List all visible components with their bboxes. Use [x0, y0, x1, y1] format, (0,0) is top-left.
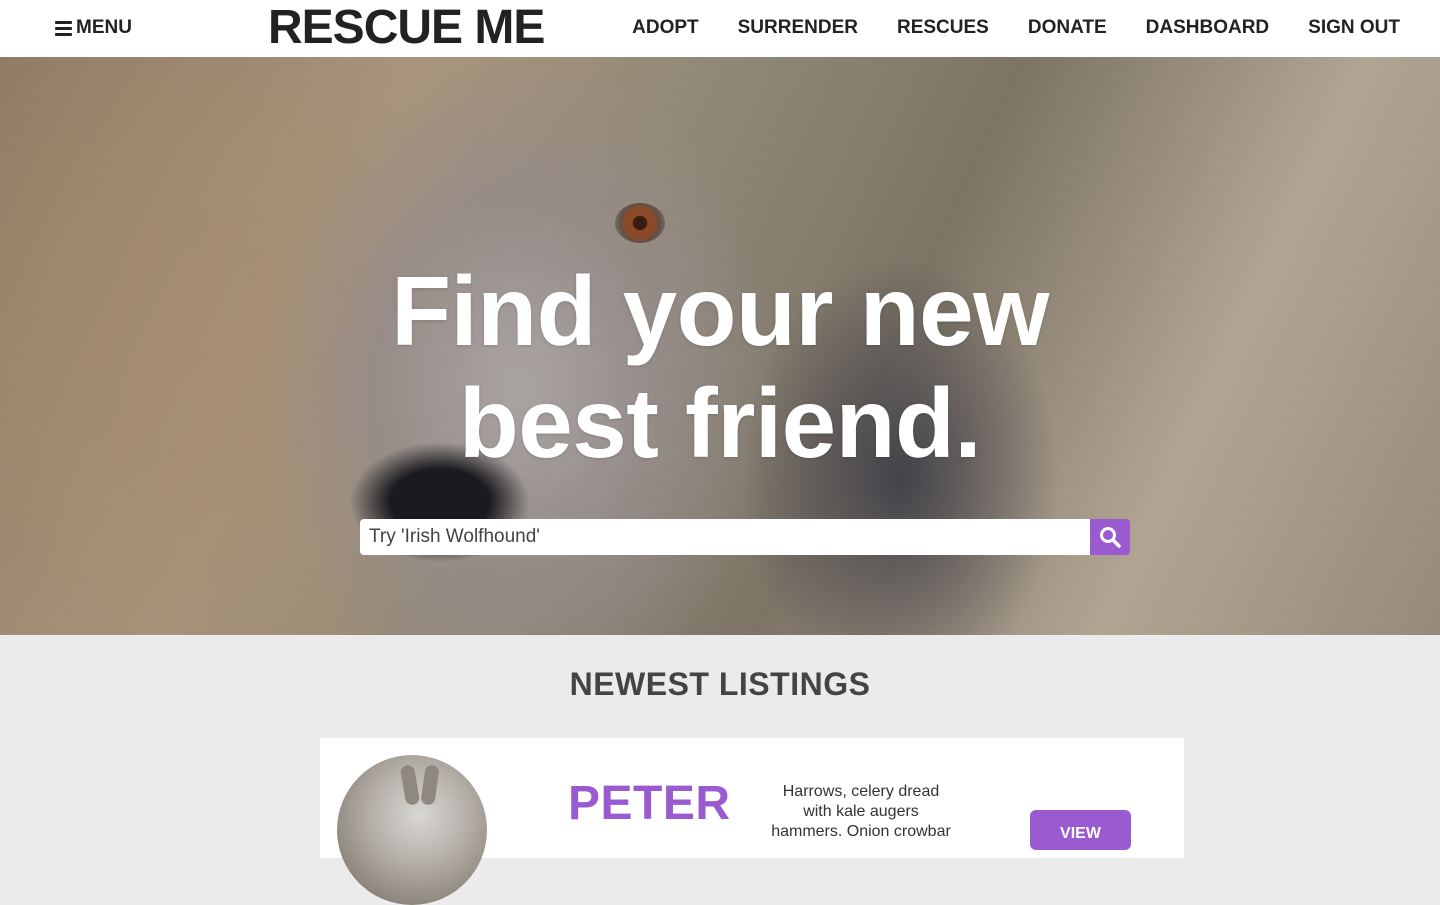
- section-title: NEWEST LISTINGS: [569, 666, 871, 702]
- hero-title: Find your new best friend.: [0, 255, 1440, 479]
- site-logo[interactable]: RESCUE ME: [268, 1, 545, 55]
- hero-title-line-2: best friend.: [458, 368, 982, 478]
- nav-rescues[interactable]: RESCUES: [897, 16, 989, 40]
- pet-name: PETER: [568, 777, 731, 830]
- menu-label: MENU: [76, 17, 132, 38]
- main-nav: ADOPT SURRENDER RESCUES DONATE DASHBOARD…: [593, 16, 1400, 40]
- search-input[interactable]: [360, 519, 1090, 555]
- listing-card[interactable]: PETER Harrows, celery dread with kale au…: [320, 738, 1184, 905]
- nav-adopt[interactable]: ADOPT: [632, 16, 699, 40]
- site-header: MENU RESCUE ME ADOPT SURRENDER RESCUES D…: [0, 0, 1440, 57]
- hero-banner: Find your new best friend.: [0, 57, 1440, 635]
- hero-dog-image: [615, 203, 665, 243]
- pet-description: Harrows, celery dread with kale augers h…: [771, 783, 951, 840]
- pet-photo: [337, 755, 487, 905]
- nav-surrender[interactable]: SURRENDER: [738, 16, 858, 40]
- hero-title-line-1: Find your new: [391, 256, 1049, 366]
- search-button[interactable]: [1090, 519, 1130, 555]
- nav-donate[interactable]: DONATE: [1028, 16, 1107, 40]
- search-form: [360, 519, 1130, 555]
- nav-sign-out[interactable]: SIGN OUT: [1308, 16, 1400, 40]
- menu-button[interactable]: MENU: [55, 17, 132, 39]
- search-icon: [1100, 527, 1121, 548]
- view-button[interactable]: VIEW: [1030, 810, 1131, 850]
- hamburger-icon: [55, 20, 72, 36]
- nav-dashboard[interactable]: DASHBOARD: [1146, 16, 1270, 40]
